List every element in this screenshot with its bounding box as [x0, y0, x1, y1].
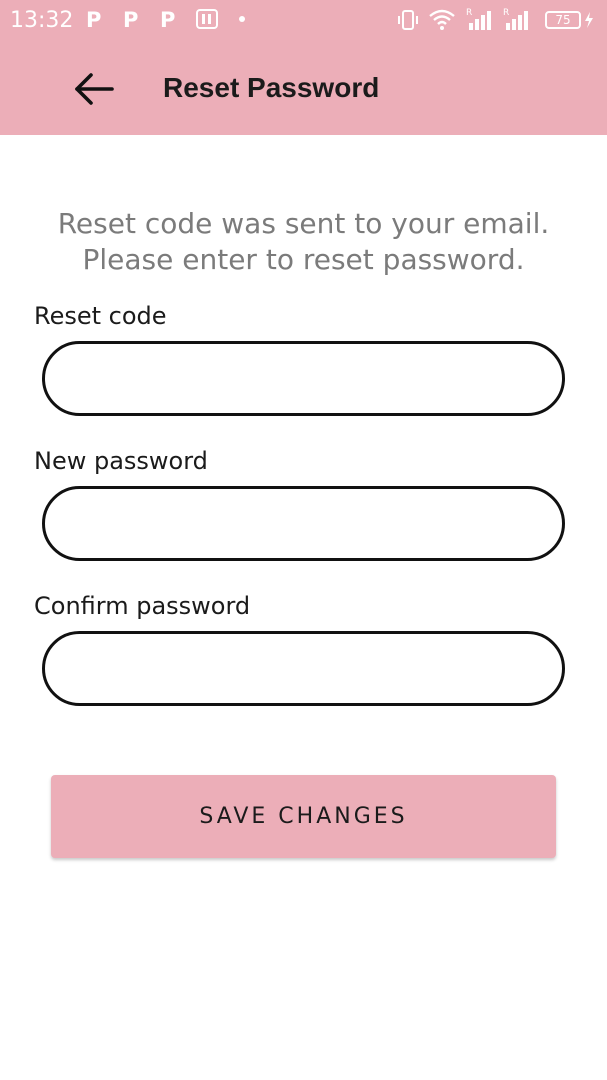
svg-text:R: R [503, 8, 509, 18]
signal-strength-icon: R [466, 8, 491, 30]
instruction-line-2: Please enter to reset password. [82, 243, 525, 276]
new-password-input[interactable] [42, 486, 565, 561]
notification-p-icon: P [123, 8, 139, 32]
page-title: Reset Password [163, 72, 380, 103]
status-time: 13:32 [10, 8, 74, 33]
signal-strength-icon: R [503, 8, 528, 30]
app-notification-icon [196, 9, 218, 29]
confirm-password-input[interactable] [42, 631, 565, 706]
notification-p-icon: P [160, 8, 176, 32]
instruction-message: Reset code was sent to your email. Pleas… [0, 206, 607, 278]
app-bar: Reset Password [0, 40, 607, 135]
status-bar: 13:32 P P P R R 75 [0, 0, 607, 40]
save-changes-button[interactable]: SAVE CHANGES [51, 775, 556, 858]
charging-bolt-icon [585, 12, 593, 28]
vibrate-icon [398, 10, 418, 30]
svg-text:R: R [466, 8, 472, 18]
back-button[interactable] [68, 67, 120, 111]
battery-icon: 75 [545, 11, 581, 29]
more-notifications-dot-icon [239, 16, 245, 22]
instruction-line-1: Reset code was sent to your email. [57, 207, 550, 240]
notification-p-icon: P [86, 8, 102, 32]
arrow-left-icon [75, 73, 114, 105]
reset-code-input[interactable] [42, 341, 565, 416]
reset-code-label: Reset code [34, 302, 167, 330]
confirm-password-label: Confirm password [34, 592, 251, 620]
wifi-icon [429, 9, 455, 30]
new-password-label: New password [34, 447, 208, 475]
